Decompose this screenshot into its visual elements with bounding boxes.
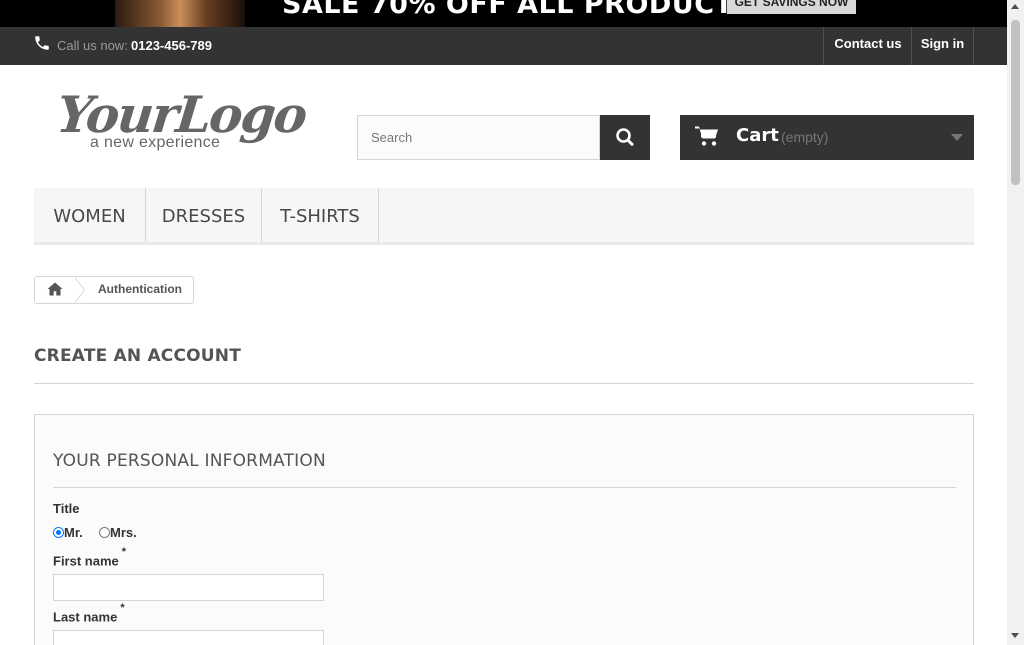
search-box bbox=[357, 115, 600, 160]
section-divider bbox=[53, 487, 956, 488]
page-scrollbar[interactable] bbox=[1007, 0, 1024, 645]
title-option-mr-label: Mr. bbox=[64, 525, 83, 540]
cart-block[interactable]: Cart (empty) bbox=[680, 115, 974, 160]
shopping-cart-icon bbox=[695, 126, 718, 146]
home-icon bbox=[47, 282, 63, 296]
last-name-label-row: Last name* bbox=[53, 602, 125, 625]
menu-item-women[interactable]: WOMEN bbox=[34, 188, 146, 242]
page-title: CREATE AN ACCOUNT bbox=[34, 346, 242, 366]
first-name-field[interactable] bbox=[53, 574, 324, 601]
scroll-up-arrow-icon[interactable] bbox=[1011, 4, 1019, 9]
contact-us-link[interactable]: Contact us bbox=[823, 27, 912, 65]
cart-label: Cart bbox=[736, 125, 779, 146]
logo-tagline: a new experience bbox=[90, 134, 221, 151]
site-logo[interactable]: YourLogo a new experience bbox=[54, 85, 308, 156]
last-name-field[interactable] bbox=[53, 630, 324, 645]
top-bar: Call us now: 0123-456-789 Contact us Sig… bbox=[0, 27, 1007, 65]
menu-item-dresses[interactable]: DRESSES bbox=[146, 188, 262, 242]
scroll-down-arrow-icon[interactable] bbox=[1011, 633, 1019, 638]
breadcrumb-home-link[interactable] bbox=[35, 277, 77, 303]
main-menu: WOMEN DRESSES T-SHIRTS bbox=[34, 188, 974, 245]
section-heading: YOUR PERSONAL INFORMATION bbox=[53, 451, 326, 471]
sign-in-link[interactable]: Sign in bbox=[911, 27, 974, 65]
phone-number: 0123-456-789 bbox=[131, 38, 212, 53]
required-marker: * bbox=[120, 602, 125, 614]
banner-model-image bbox=[115, 0, 245, 27]
search-input[interactable] bbox=[358, 116, 591, 159]
page: SALE 70% OFF ALL PRODUCTS GET SAVINGS NO… bbox=[0, 0, 1007, 645]
required-marker: * bbox=[121, 546, 127, 558]
breadcrumb: Authentication bbox=[34, 276, 194, 304]
search-button[interactable] bbox=[600, 115, 650, 160]
menu-item-t-shirts[interactable]: T-SHIRTS bbox=[262, 188, 379, 242]
title-option-mrs-label: Mrs. bbox=[110, 525, 137, 540]
search-icon bbox=[616, 128, 634, 146]
cart-status: (empty) bbox=[781, 129, 829, 145]
scrollbar-thumb[interactable] bbox=[1011, 20, 1020, 185]
title-radio-mr[interactable] bbox=[53, 527, 64, 538]
banner-savings-button[interactable]: GET SAVINGS NOW bbox=[727, 0, 856, 14]
breadcrumb-current: Authentication bbox=[98, 282, 182, 296]
breadcrumb-separator-inner bbox=[74, 277, 84, 303]
account-form: YOUR PERSONAL INFORMATION Title Mr. Mrs.… bbox=[34, 414, 974, 645]
banner-text: SALE 70% OFF ALL PRODUCTS bbox=[282, 0, 754, 20]
first-name-label: First name bbox=[53, 553, 119, 569]
phone-icon bbox=[35, 36, 49, 50]
promo-banner[interactable]: SALE 70% OFF ALL PRODUCTS GET SAVINGS NO… bbox=[0, 0, 1007, 27]
last-name-label: Last name bbox=[53, 609, 118, 625]
title-radio-group: Mr. Mrs. bbox=[53, 525, 137, 540]
title-radio-mrs[interactable] bbox=[99, 527, 111, 538]
title-label: Title bbox=[53, 501, 80, 516]
first-name-label-row: First name* bbox=[53, 546, 126, 569]
chevron-down-icon bbox=[951, 134, 963, 141]
call-us-label: Call us now: bbox=[57, 38, 128, 53]
heading-divider bbox=[34, 383, 974, 384]
